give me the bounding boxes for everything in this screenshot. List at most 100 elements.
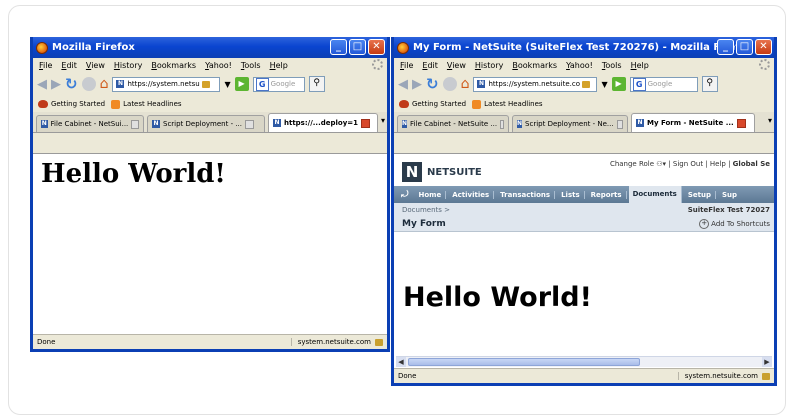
url-dropdown-icon[interactable]: ▼ (601, 80, 607, 89)
netsuite-logo[interactable]: N NETSUITE (402, 162, 482, 182)
tab-file-cabinet[interactable]: N File Cabinet - NetSuite ... (397, 115, 509, 132)
search-input[interactable]: G Google (629, 76, 698, 92)
page-content: Hello World! (33, 153, 387, 335)
tab-my-form-active[interactable]: N My Form - NetSuite ... (631, 113, 755, 132)
url-bar[interactable]: N https://system.netsuite.co (473, 76, 598, 92)
bookmark-latest-headlines[interactable]: Latest Headlines (472, 99, 543, 109)
close-button[interactable]: ✕ (368, 39, 385, 55)
back-icon[interactable]: ◀ (398, 77, 408, 92)
top-links: Change Role ⚇▾ | Sign Out | Help | Globa… (610, 160, 770, 168)
menu-bookmarks[interactable]: Bookmarks (151, 61, 196, 70)
menu-history[interactable]: History (475, 61, 503, 70)
go-button[interactable]: ▶ (611, 77, 626, 91)
menu-tools[interactable]: Tools (602, 61, 622, 70)
reload-icon[interactable]: ↻ (426, 75, 439, 93)
back-icon[interactable]: ◀ (37, 77, 47, 92)
nav-lists[interactable]: Lists (557, 190, 585, 199)
scroll-thumb[interactable] (408, 358, 640, 366)
tab-close-icon[interactable] (131, 119, 139, 129)
nav-reports[interactable]: Reports (587, 190, 627, 199)
stop-icon[interactable] (81, 77, 96, 91)
stop-icon[interactable] (442, 77, 457, 91)
tab-list-icon[interactable]: ▾ (768, 116, 772, 125)
menu-bookmarks[interactable]: Bookmarks (512, 61, 557, 70)
padlock-icon[interactable] (762, 372, 770, 380)
tab-close-icon[interactable] (361, 118, 371, 128)
bookmark-getting-started[interactable]: Getting Started (38, 100, 105, 108)
google-icon: G (255, 77, 269, 91)
menu-help[interactable]: Help (270, 61, 288, 70)
menu-edit[interactable]: Edit (422, 61, 438, 70)
title-bar: My Form - NetSuite (SuiteFlex Test 72027… (394, 37, 774, 58)
tab-label: Script Deployment - ... (163, 120, 242, 128)
throbber-icon (759, 59, 770, 70)
form-title-bar: My Form + Add To Shortcuts (394, 217, 774, 232)
nav-transactions[interactable]: Transactions (496, 190, 556, 199)
menu-yahoo[interactable]: Yahoo! (205, 61, 232, 70)
menu-history[interactable]: History (114, 61, 142, 70)
nav-support[interactable]: Sup (718, 191, 741, 199)
nav-home[interactable]: Home (415, 190, 447, 199)
lock-icon (582, 80, 591, 88)
horizontal-scrollbar[interactable]: ◀ ▶ (396, 356, 772, 367)
maximize-button[interactable]: □ (349, 39, 366, 55)
tab-favicon: N (273, 119, 281, 127)
tab-favicon: N (402, 120, 408, 128)
url-bar[interactable]: N https://system.netsu (112, 76, 221, 92)
menu-help[interactable]: Help (631, 61, 649, 70)
go-button[interactable]: ▶ (234, 77, 249, 91)
search-icon[interactable]: ⚲ (701, 76, 718, 92)
nav-documents[interactable]: Documents (628, 186, 682, 203)
site-favicon: N (116, 80, 125, 88)
firefox-icon (36, 41, 48, 54)
rss-icon (111, 99, 121, 109)
tab-close-icon[interactable] (500, 119, 504, 129)
search-input[interactable]: G Google (252, 76, 305, 92)
nav-activities[interactable]: Activities (448, 190, 495, 199)
forward-icon[interactable]: ▶ (51, 77, 61, 92)
change-role-link[interactable]: Change Role (610, 160, 654, 168)
user-icon[interactable]: ⚇▾ (656, 160, 666, 168)
account-name: SuiteFlex Test 72027 (687, 206, 770, 214)
top-links-rest[interactable]: | Sign Out | Help | (668, 160, 730, 168)
global-search-label[interactable]: Global Se (733, 160, 770, 168)
tab-script-deployment[interactable]: N Script Deployment - ... (147, 115, 265, 132)
tab-deploy-active[interactable]: Nhttps://...deploy=1 (268, 113, 378, 132)
minimize-button[interactable]: _ (330, 39, 347, 55)
tab-close-icon[interactable] (616, 119, 623, 129)
tab-close-icon[interactable] (736, 118, 746, 128)
menu-file[interactable]: File (400, 61, 413, 70)
padlock-icon[interactable] (375, 338, 383, 346)
maximize-button[interactable]: □ (736, 39, 753, 55)
tab-list-icon[interactable]: ▾ (381, 116, 385, 125)
menu-yahoo[interactable]: Yahoo! (566, 61, 593, 70)
scroll-left-icon[interactable]: ◀ (396, 357, 406, 367)
recent-records-icon[interactable]: ⤾ (397, 190, 413, 200)
menu-view[interactable]: View (86, 61, 105, 70)
search-icon[interactable]: ⚲ (308, 76, 325, 92)
home-icon[interactable]: ⌂ (461, 76, 470, 92)
url-dropdown-icon[interactable]: ▼ (224, 80, 230, 89)
hello-world-heading: Hello World! (403, 282, 592, 313)
close-button[interactable]: ✕ (755, 39, 772, 55)
netsuite-header: N NETSUITE Change Role ⚇▾ | Sign Out | H… (394, 154, 774, 184)
home-icon[interactable]: ⌂ (100, 76, 109, 92)
menu-file[interactable]: File (39, 61, 52, 70)
tab-close-icon[interactable] (245, 119, 254, 129)
site-favicon: N (477, 80, 486, 88)
scroll-right-icon[interactable]: ▶ (762, 357, 772, 367)
tab-file-cabinet[interactable]: N File Cabinet - NetSui... (36, 115, 144, 132)
menu-tools[interactable]: Tools (241, 61, 261, 70)
add-to-shortcuts-link[interactable]: + Add To Shortcuts (699, 219, 774, 229)
reload-icon[interactable]: ↻ (65, 75, 78, 93)
bookmark-latest-headlines[interactable]: Latest Headlines (111, 99, 182, 109)
menu-edit[interactable]: Edit (61, 61, 77, 70)
breadcrumb[interactable]: Documents > (402, 206, 450, 214)
tab-script-deployment[interactable]: N Script Deployment - Ne... (512, 115, 628, 132)
firefox-window-right: My Form - NetSuite (SuiteFlex Test 72027… (391, 37, 777, 386)
menu-view[interactable]: View (447, 61, 466, 70)
minimize-button[interactable]: _ (717, 39, 734, 55)
forward-icon[interactable]: ▶ (412, 77, 422, 92)
nav-setup[interactable]: Setup (684, 190, 716, 199)
bookmark-getting-started[interactable]: Getting Started (399, 100, 466, 108)
